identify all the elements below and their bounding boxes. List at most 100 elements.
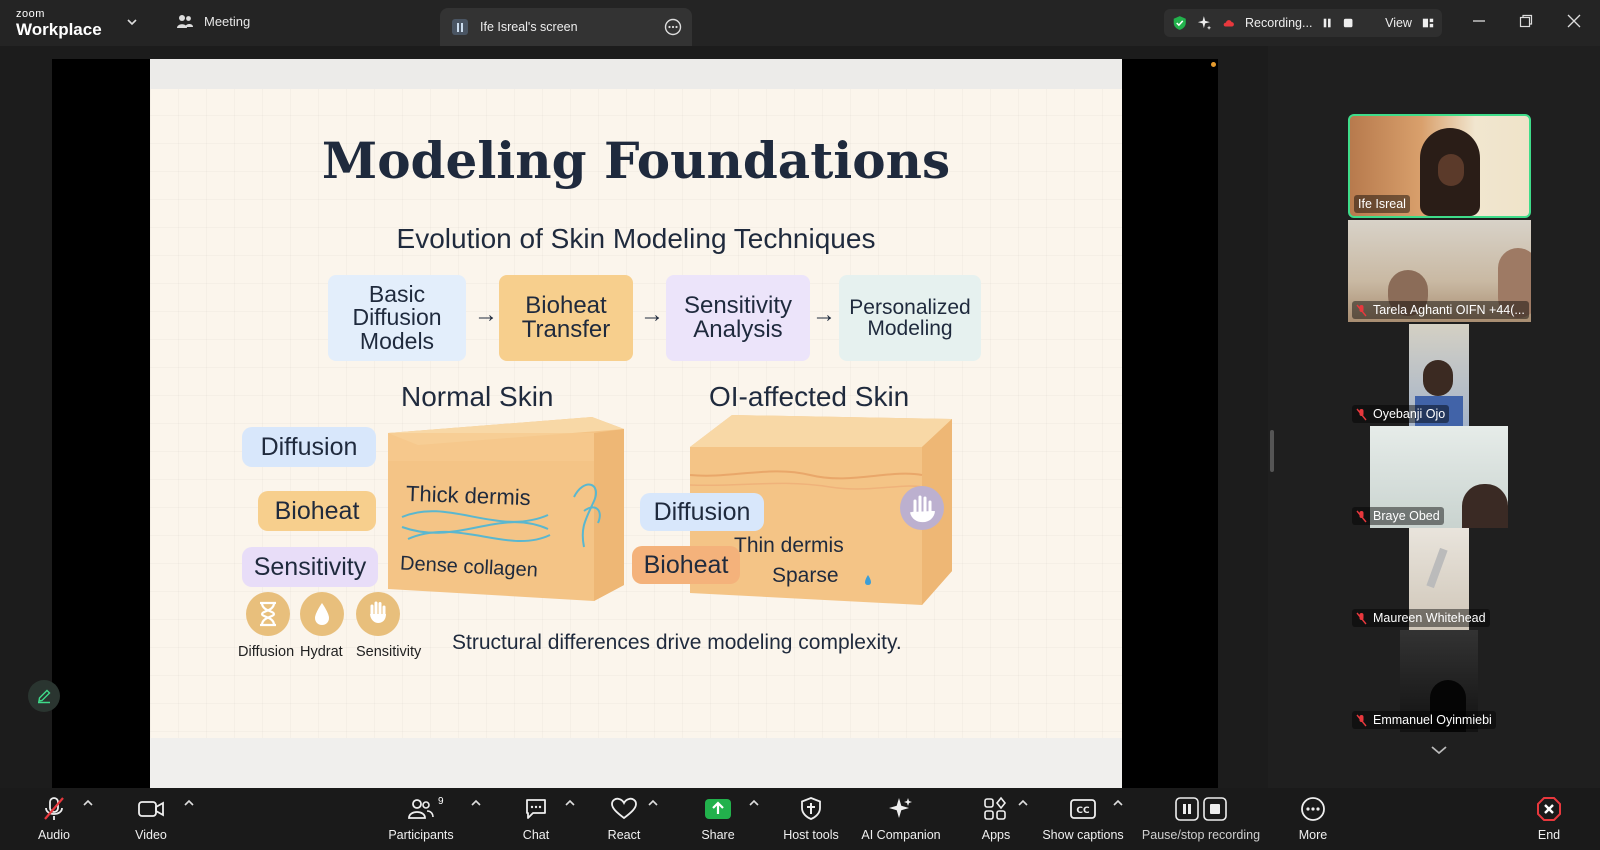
ai-companion-button[interactable]: AI Companion: [858, 788, 944, 850]
muted-mic-icon: [1356, 612, 1367, 624]
participant-object: [1426, 547, 1448, 589]
muted-mic-icon: [1356, 510, 1367, 522]
pause-share-icon[interactable]: [452, 19, 468, 35]
share-button[interactable]: Share: [696, 788, 740, 850]
chat-icon: [526, 799, 546, 819]
react-options-caret-icon[interactable]: [647, 798, 659, 808]
shield-icon: [801, 797, 821, 820]
more-icon: [1301, 797, 1325, 821]
icon-label-sensitivity: Sensitivity: [356, 644, 422, 660]
ai-companion-label: AI Companion: [861, 828, 941, 842]
slide-top-strip: [150, 59, 1122, 89]
zoom-window: zoom Workplace Meeting Ife Isreal's scre…: [0, 0, 1600, 850]
participants-options-caret-icon[interactable]: [470, 798, 482, 808]
gallery-scroll-down-icon[interactable]: [1428, 742, 1450, 758]
presentation-slide: Modeling Foundations Evolution of Skin M…: [150, 59, 1122, 788]
step-sensitivity: Sensitivity Analysis: [666, 275, 810, 361]
hand-icon: [356, 592, 400, 636]
video-options-caret-icon[interactable]: [183, 798, 195, 808]
show-captions-label: Show captions: [1042, 828, 1124, 842]
icon-label-diffusion: Diffusion: [238, 644, 295, 660]
annotate-button[interactable]: [28, 680, 60, 712]
title-bar: zoom Workplace Meeting Ife Isreal's scre…: [0, 0, 1600, 46]
participant-name: Tarela Aghanti OIFN +44(...: [1352, 301, 1529, 319]
affected-tag-bioheat: Bioheat: [632, 546, 740, 584]
view-grid-icon[interactable]: [1422, 17, 1434, 29]
share-screen-icon: [705, 799, 731, 819]
recording-status-pill: Recording... View: [1164, 9, 1442, 37]
affected-cube-label-2: Sparse: [772, 564, 839, 587]
pause-stop-icon: [1175, 797, 1227, 821]
muted-mic-icon: [1356, 408, 1367, 420]
react-button[interactable]: React: [604, 788, 644, 850]
close-icon[interactable]: [1567, 14, 1581, 28]
chat-button[interactable]: Chat: [514, 788, 558, 850]
step-arrow: →: [812, 301, 836, 328]
participant-name: Oyebanji Ojo: [1352, 405, 1450, 423]
apps-label: Apps: [981, 828, 1011, 842]
affected-cube-label-1: Thin dermis: [734, 534, 844, 557]
host-tools-button[interactable]: Host tools: [778, 788, 844, 850]
restore-icon[interactable]: [1519, 14, 1533, 28]
participant-face: [1438, 154, 1464, 186]
screen-share-tab[interactable]: Ife Isreal's screen: [440, 8, 692, 46]
droplet-icon: [300, 592, 344, 636]
video-label: Video: [135, 828, 167, 842]
muted-mic-icon: [1356, 304, 1367, 316]
meeting-tab[interactable]: Meeting: [176, 13, 250, 29]
sparkle-icon[interactable]: [1197, 14, 1212, 32]
slide-bottom-strip: [150, 738, 1122, 788]
cloud-record-icon: [1223, 20, 1234, 27]
participant-avatar: [1423, 360, 1453, 396]
view-button[interactable]: View: [1385, 16, 1412, 30]
muted-mic-icon: [44, 797, 64, 820]
apps-options-caret-icon[interactable]: [1017, 798, 1029, 808]
panel-resize-handle[interactable]: [1270, 430, 1274, 472]
normal-tag-sensitivity: Sensitivity: [242, 547, 378, 587]
chat-options-caret-icon[interactable]: [564, 798, 576, 808]
name-overlay: Maureen Whitehead: [1348, 606, 1531, 630]
step-bioheat: Bioheat Transfer: [499, 275, 633, 361]
screen-tab-label: Ife Isreal's screen: [480, 20, 578, 34]
video-button[interactable]: Video: [131, 788, 171, 850]
participants-icon: [408, 799, 434, 819]
icon-label-hydrat: Hydrat: [300, 644, 343, 660]
video-tile-active[interactable]: Ife Isreal: [1348, 114, 1531, 218]
participant-name: Braye Obed: [1352, 507, 1444, 525]
meeting-tab-label: Meeting: [204, 13, 251, 29]
name-overlay: Emmanuel Oyinmiebi: [1348, 708, 1531, 732]
normal-skin-title: Normal Skin: [401, 381, 554, 412]
chevron-down-icon[interactable]: [126, 16, 138, 28]
shield-check-icon[interactable]: [1172, 14, 1187, 32]
step-basic-diffusion: Basic Diffusion Models: [328, 275, 466, 361]
video-tile[interactable]: Tarela Aghanti OIFN +44(...: [1348, 220, 1531, 322]
video-camera-icon: [138, 801, 164, 817]
react-label: React: [607, 828, 641, 842]
hourglass-icon: [246, 592, 290, 636]
audio-options-caret-icon[interactable]: [82, 798, 94, 808]
muted-mic-icon: [1356, 714, 1367, 726]
more-options-icon[interactable]: [664, 18, 682, 36]
captions-options-caret-icon[interactable]: [1112, 798, 1124, 808]
participants-button[interactable]: Participants: [380, 788, 462, 850]
name-overlay: Oyebanji Ojo: [1348, 402, 1531, 426]
apps-button[interactable]: Apps: [976, 788, 1016, 850]
participant-name: Ife Isreal: [1354, 195, 1410, 213]
end-meeting-button[interactable]: End: [1531, 788, 1567, 850]
step-arrow: →: [640, 301, 664, 328]
participants-label: Participants: [388, 828, 454, 842]
audio-button[interactable]: Audio: [34, 788, 74, 850]
participant-name: Maureen Whitehead: [1352, 609, 1490, 627]
stop-recording-icon[interactable]: [1343, 17, 1353, 29]
pause-recording-icon[interactable]: [1322, 17, 1332, 29]
minimize-icon[interactable]: [1472, 14, 1486, 28]
participants-count-badge: 9: [438, 796, 444, 807]
share-options-caret-icon[interactable]: [748, 798, 760, 808]
more-button[interactable]: More: [1293, 788, 1333, 850]
share-indicator-dot: [1211, 62, 1216, 67]
zoom-workplace-logo[interactable]: zoom Workplace: [16, 9, 102, 39]
svg-text:CC: CC: [1076, 806, 1090, 816]
pause-stop-recording-button[interactable]: Pause/stop recording: [1138, 788, 1264, 850]
slide-subtitle: Evolution of Skin Modeling Techniques: [396, 223, 876, 254]
more-label: More: [1298, 828, 1328, 842]
